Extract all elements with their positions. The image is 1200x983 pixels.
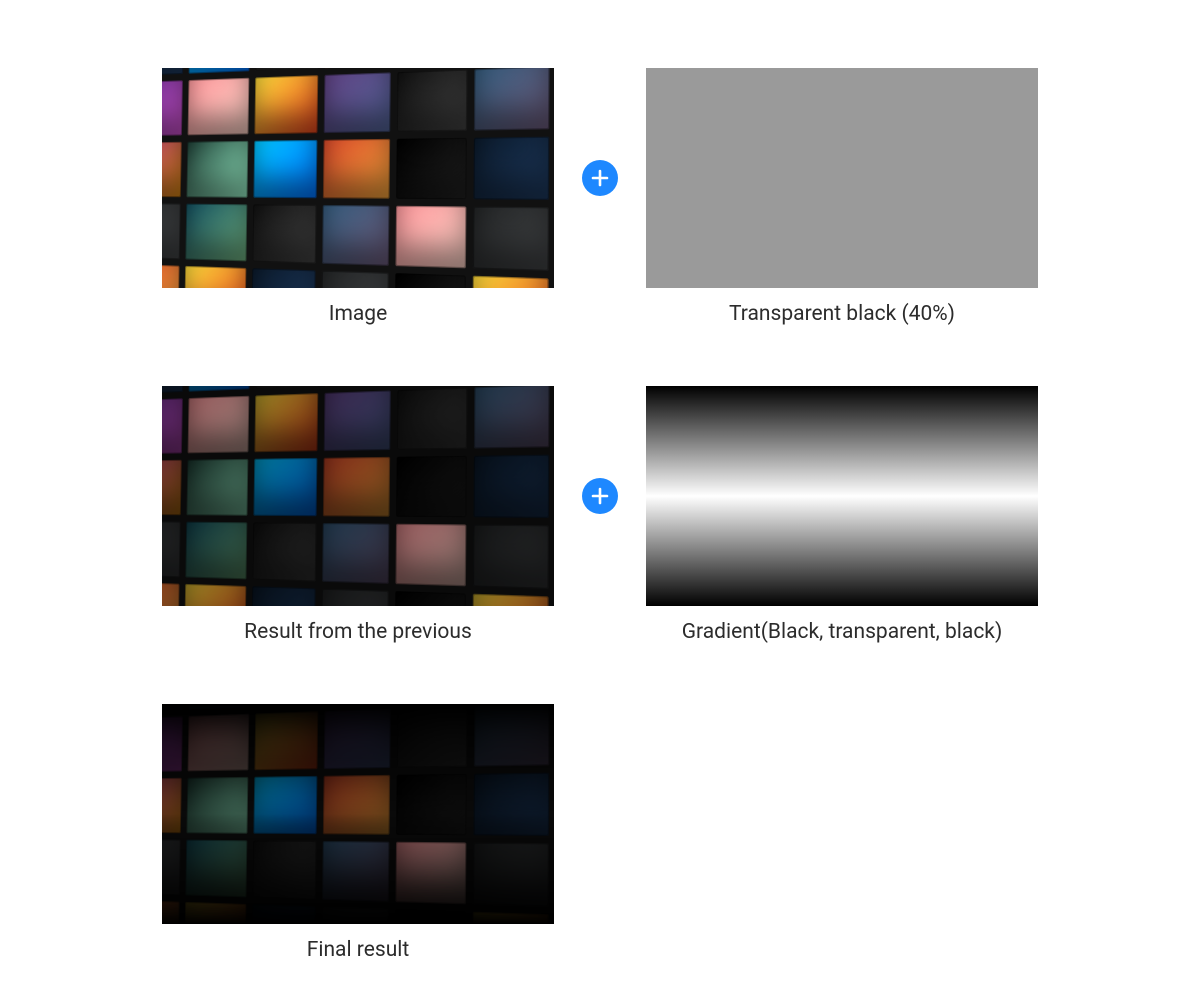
cell-image-prev: Result from the previous (162, 386, 554, 644)
diagram-canvas: Image Transparent black (40%) (0, 0, 1200, 962)
thumb-original (162, 68, 554, 288)
cell-swatch-black40: Transparent black (40%) (646, 68, 1038, 326)
cell-image-final: Final result (162, 704, 554, 962)
cell-swatch-gradient: Gradient(Black, transparent, black) (646, 386, 1038, 644)
caption-black40: Transparent black (40%) (729, 302, 955, 326)
operator-1 (582, 68, 618, 288)
row-3: Final result (162, 704, 1038, 962)
plus-icon (582, 478, 618, 514)
thumb-gradient (646, 386, 1038, 606)
plus-icon (582, 160, 618, 196)
operator-2 (582, 386, 618, 606)
caption-prev: Result from the previous (244, 620, 472, 644)
caption-original: Image (329, 302, 387, 326)
row-2: Result from the previous Gradient(Black,… (162, 386, 1038, 644)
caption-final: Final result (307, 938, 410, 962)
thumb-final (162, 704, 554, 924)
thumb-black40 (646, 68, 1038, 288)
caption-gradient: Gradient(Black, transparent, black) (682, 620, 1003, 644)
cell-image-original: Image (162, 68, 554, 326)
thumb-prev (162, 386, 554, 606)
row-1: Image Transparent black (40%) (162, 68, 1038, 326)
